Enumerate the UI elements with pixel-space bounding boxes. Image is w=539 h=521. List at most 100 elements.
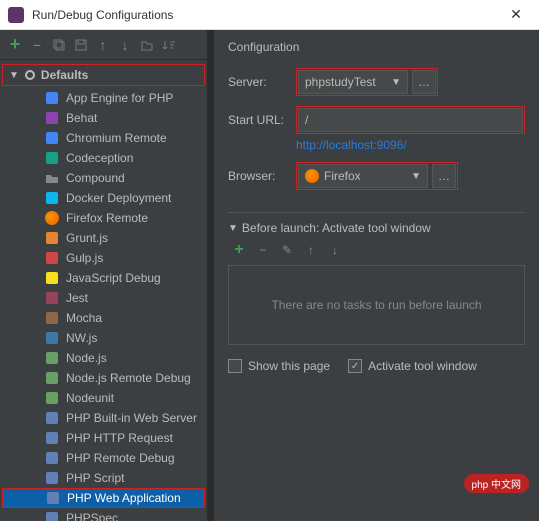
mocha-icon [44,310,60,326]
tree-item-label: Docker Deployment [66,191,171,205]
tree-item-label: Codeception [66,151,133,165]
move-down-button[interactable]: ↓ [116,36,134,54]
right-panel: Configuration Server: phpstudyTest ▼ … S… [214,30,539,521]
task-list: There are no tasks to run before launch [228,265,525,345]
sort-config-button[interactable] [160,36,178,54]
starturl-value: / [305,113,308,127]
save-config-button[interactable] [72,36,90,54]
no-tasks-text: There are no tasks to run before launch [271,298,481,312]
tree-item-phpspec[interactable]: PHPSpec [0,508,207,521]
browser-value: Firefox [324,169,405,183]
tree-item-php-remote-debug[interactable]: PHP Remote Debug [0,448,207,468]
tree-item-codeception[interactable]: Codeception [0,148,207,168]
tree-item-chromium-remote[interactable]: Chromium Remote [0,128,207,148]
tree-item-label: App Engine for PHP [66,91,173,105]
separator [228,212,525,213]
titlebar: Run/Debug Configurations ✕ [0,0,539,30]
tree-item-php-http-request[interactable]: PHP HTTP Request [0,428,207,448]
docker-icon [44,190,60,206]
task-up-button[interactable]: ↑ [302,241,320,259]
php-icon [44,450,60,466]
tree-item-jest[interactable]: Jest [0,288,207,308]
edit-task-button[interactable]: ✎ [278,241,296,259]
close-button[interactable]: ✕ [501,6,531,23]
show-page-checkbox[interactable] [228,359,242,373]
server-label: Server: [228,75,296,89]
tree-item-node-js-remote-debug[interactable]: Node.js Remote Debug [0,368,207,388]
remove-config-button[interactable]: − [28,36,46,54]
tree-item-gulp-js[interactable]: Gulp.js [0,248,207,268]
folder-icon [44,170,60,186]
server-browse-button[interactable]: … [412,70,436,94]
copy-config-button[interactable] [50,36,68,54]
tree-item-docker-deployment[interactable]: Docker Deployment [0,188,207,208]
tree-item-label: Compound [66,171,125,185]
nodeunit-icon [44,390,60,406]
browser-select[interactable]: Firefox ▼ [298,164,428,188]
tree-item-label: PHP HTTP Request [66,431,173,445]
folder-config-button[interactable] [138,36,156,54]
expand-arrow-icon: ▼ [228,223,238,234]
chrome-icon [44,130,60,146]
browser-row: Browser: Firefox ▼ … [228,162,525,190]
phpspec-icon [44,510,60,521]
php-icon [44,410,60,426]
tree-item-label: Node.js [66,351,107,365]
defaults-label: Defaults [41,68,88,82]
tree-item-grunt-js[interactable]: Grunt.js [0,228,207,248]
add-task-button[interactable]: + [230,241,248,259]
starturl-row: Start URL: / [228,106,525,134]
defaults-node[interactable]: ▼ Defaults [2,64,205,86]
tree-item-javascript-debug[interactable]: JavaScript Debug [0,268,207,288]
remove-task-button[interactable]: − [254,241,272,259]
gear-icon [23,68,37,82]
before-launch-label: Before launch: Activate tool window [242,221,431,235]
firefox-icon [44,210,60,226]
window-title: Run/Debug Configurations [32,8,501,22]
tree-item-behat[interactable]: Behat [0,108,207,128]
tree-item-label: Chromium Remote [66,131,167,145]
tree-item-label: PHP Web Application [67,491,181,505]
tree-item-compound[interactable]: Compound [0,168,207,188]
activate-tool-checkbox[interactable] [348,359,362,373]
add-config-button[interactable]: + [6,36,24,54]
tree-item-label: Nodeunit [66,391,114,405]
task-down-button[interactable]: ↓ [326,241,344,259]
tree-item-label: Node.js Remote Debug [66,371,191,385]
tree-item-label: Mocha [66,311,102,325]
nw-icon [44,330,60,346]
starturl-input[interactable]: / [298,108,523,132]
tree-item-php-built-in-web-server[interactable]: PHP Built-in Web Server [0,408,207,428]
url-preview-link[interactable]: http://localhost:9096/ [296,138,525,152]
tree-item-app-engine-for-php[interactable]: App Engine for PHP [0,88,207,108]
tree-item-node-js[interactable]: Node.js [0,348,207,368]
server-row: Server: phpstudyTest ▼ … [228,68,525,96]
tree-item-php-web-application[interactable]: PHP Web Application [2,488,205,508]
tree-item-label: Behat [66,111,97,125]
grunt-icon [44,230,60,246]
move-up-button[interactable]: ↑ [94,36,112,54]
tree-item-label: Jest [66,291,88,305]
browser-browse-button[interactable]: … [432,164,456,188]
tree-item-mocha[interactable]: Mocha [0,308,207,328]
dropdown-arrow-icon: ▼ [411,171,421,182]
php-icon [44,470,60,486]
php-icon [44,430,60,446]
tree-item-nodeunit[interactable]: Nodeunit [0,388,207,408]
config-heading: Configuration [228,40,525,54]
before-launch-header[interactable]: ▼ Before launch: Activate tool window [228,221,525,235]
show-page-label: Show this page [248,359,330,373]
behat-icon [44,110,60,126]
tree-item-label: Gulp.js [66,251,103,265]
tree-item-nw-js[interactable]: NW.js [0,328,207,348]
browser-label: Browser: [228,169,296,183]
server-select[interactable]: phpstudyTest ▼ [298,70,408,94]
tree-item-firefox-remote[interactable]: Firefox Remote [0,208,207,228]
tree-item-php-script[interactable]: PHP Script [0,468,207,488]
firefox-icon [305,169,319,183]
tree-item-label: JavaScript Debug [66,271,161,285]
tree-item-label: PHP Script [66,471,124,485]
before-launch-toolbar: + − ✎ ↑ ↓ [228,241,525,259]
starturl-label: Start URL: [228,113,296,127]
tree-item-label: PHP Built-in Web Server [66,411,197,425]
